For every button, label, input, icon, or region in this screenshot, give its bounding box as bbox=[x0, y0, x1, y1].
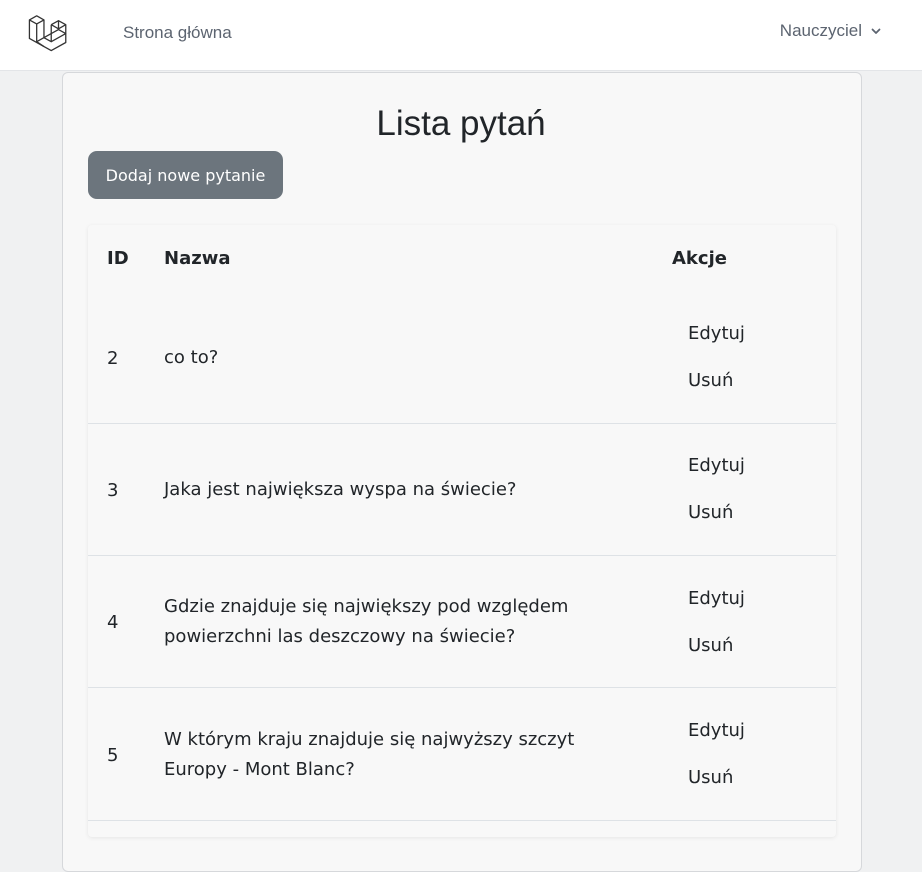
row-name: co to? bbox=[164, 347, 219, 368]
row-id: 3 bbox=[107, 479, 119, 501]
delete-button[interactable]: Usuń bbox=[688, 501, 733, 525]
row-id: 2 bbox=[107, 347, 119, 369]
row-name: Jaka jest największa wyspa na świecie? bbox=[164, 479, 517, 500]
delete-button[interactable]: Usuń bbox=[688, 369, 733, 393]
delete-button[interactable]: Usuń bbox=[688, 766, 733, 790]
user-dropdown-label: Nauczyciel bbox=[779, 21, 862, 40]
column-header-id: ID bbox=[107, 248, 129, 269]
edit-button[interactable]: Edytuj bbox=[688, 454, 745, 478]
page-title: Lista pytań bbox=[376, 104, 546, 143]
row-id: 5 bbox=[107, 744, 119, 766]
edit-button[interactable]: Edytuj bbox=[688, 587, 745, 611]
row-name: Gdzie znajduje się największy pod względ… bbox=[164, 596, 569, 647]
table-row: 5 W którym kraju znajduje się najwyższy … bbox=[88, 689, 836, 821]
nav-home-link[interactable]: Strona główna bbox=[123, 22, 232, 44]
table-row: 3 Jaka jest największa wyspa na świecie?… bbox=[88, 424, 836, 556]
column-header-name: Nazwa bbox=[164, 248, 231, 269]
edit-button[interactable]: Edytuj bbox=[688, 322, 745, 346]
chevron-down-icon bbox=[871, 28, 881, 34]
delete-button[interactable]: Usuń bbox=[688, 634, 733, 658]
column-header-actions: Akcje bbox=[672, 248, 727, 269]
laravel-logo-icon[interactable] bbox=[27, 11, 69, 53]
user-dropdown[interactable]: Nauczyciel bbox=[780, 20, 882, 42]
add-question-button[interactable]: Dodaj nowe pytanie bbox=[88, 151, 283, 199]
row-id: 4 bbox=[107, 611, 119, 633]
row-name: W którym kraju znajduje się najwyższy sz… bbox=[164, 729, 575, 780]
top-navbar: Strona główna Nauczyciel bbox=[0, 0, 922, 71]
table-row: 4 Gdzie znajduje się największy pod wzgl… bbox=[88, 556, 836, 688]
edit-button[interactable]: Edytuj bbox=[688, 719, 745, 743]
table-row: 2 co to? Edytuj Usuń bbox=[88, 292, 836, 424]
